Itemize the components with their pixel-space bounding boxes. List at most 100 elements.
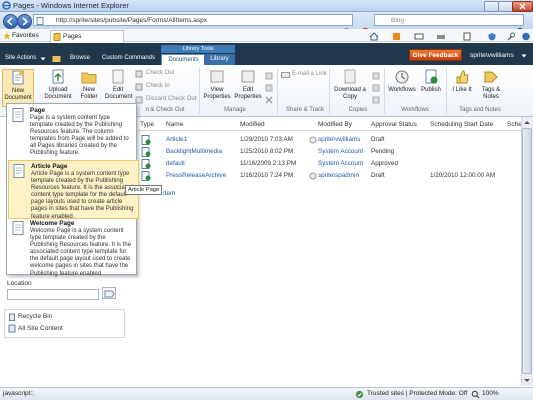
menu-item-welcome-page[interactable]: Welcome Page Welcome Page is a system co…: [8, 218, 137, 277]
location-browse-button[interactable]: [102, 287, 116, 299]
all-site-content-link[interactable]: All Site Content: [18, 325, 63, 332]
aspx-page-icon[interactable]: [141, 147, 151, 157]
discard-check-out-label: Discard Check Out: [146, 96, 197, 102]
upload-icon: [52, 69, 64, 84]
tags-notes-button[interactable]: Tags & Notes: [478, 69, 504, 101]
new-folder-button[interactable]: New Folder: [77, 69, 101, 101]
column-header-name[interactable]: Name: [166, 121, 183, 128]
row-modified-by-link[interactable]: sprite\spadmin: [318, 172, 359, 179]
page-icon: [53, 33, 61, 41]
give-feedback-button[interactable]: Give Feedback: [409, 49, 462, 61]
group-label-share-track: Share & Track: [285, 107, 324, 113]
column-header-modified-by[interactable]: Modified By: [318, 121, 352, 128]
publish-button[interactable]: Publish: [420, 69, 442, 94]
delete-icon[interactable]: [265, 96, 273, 104]
zoom-level[interactable]: 100%: [482, 388, 499, 400]
aspx-page-icon[interactable]: [141, 135, 151, 145]
recycle-bin-link[interactable]: Recycle Bin: [18, 313, 52, 320]
go-to-source-icon[interactable]: [372, 96, 380, 104]
upload-document-button[interactable]: Upload Document: [42, 69, 74, 101]
url-input[interactable]: http://sprite/sites/pubsite/Pages/Forms/…: [33, 14, 353, 26]
send-to-icon[interactable]: [372, 72, 380, 80]
safety-menu-icon[interactable]: [487, 32, 497, 41]
column-header-scheduling-end[interactable]: Sche: [507, 121, 522, 128]
search-input[interactable]: Bing: [374, 14, 524, 26]
user-menu[interactable]: sprite\vwilliams: [470, 52, 514, 59]
location-input[interactable]: [7, 289, 99, 300]
row-modified: 11/16/2009 2:13 PM: [240, 160, 297, 167]
tools-menu-icon[interactable]: [506, 32, 516, 41]
view-properties-button[interactable]: View Properties: [203, 69, 231, 101]
ribbon-separator: [199, 68, 200, 114]
page-menu-icon[interactable]: [462, 32, 472, 41]
window-title: Pages - Windows Internet Explorer: [13, 1, 129, 10]
security-zone[interactable]: Trusted sites | Protected Mode: Off: [367, 388, 467, 400]
column-header-scheduling-start-date[interactable]: Scheduling Start Date: [430, 121, 493, 128]
workflows-button[interactable]: Workflows: [386, 69, 418, 94]
dropdown-arrow-icon: [521, 54, 527, 58]
thumbs-up-icon: [456, 70, 469, 84]
tab-browse[interactable]: Browse: [70, 55, 90, 61]
browser-tab[interactable]: Pages: [50, 30, 124, 43]
tab-library[interactable]: Library: [204, 54, 235, 65]
aspx-page-icon[interactable]: [141, 171, 151, 181]
recycle-bin-icon: [9, 313, 15, 321]
presence-icon: [309, 172, 317, 180]
print-icon[interactable]: [436, 32, 446, 41]
permissions-icon[interactable]: [265, 84, 273, 92]
browse-icon: [104, 290, 115, 298]
column-header-type[interactable]: Type: [140, 121, 154, 128]
row-modified-by-link[interactable]: System Account: [318, 148, 363, 155]
row-name-link[interactable]: BacklightMultimedia: [166, 148, 222, 155]
row-modified-by-link[interactable]: sprite\vwilliams: [318, 136, 360, 143]
scroll-up-icon[interactable]: [523, 119, 531, 126]
back-button[interactable]: [3, 14, 18, 29]
new-folder-icon: [81, 72, 97, 84]
close-window-button[interactable]: [512, 1, 533, 12]
version-history-icon[interactable]: [265, 72, 273, 80]
new-folder-label: New Folder: [80, 87, 98, 100]
i-like-it-button[interactable]: I Like It: [450, 69, 474, 94]
row-name-link[interactable]: Article1: [166, 136, 187, 143]
browser-tab-label: Pages: [63, 33, 82, 40]
column-header-approval-status[interactable]: Approval Status: [371, 121, 417, 128]
ribbon-separator: [329, 68, 330, 114]
home-icon[interactable]: [369, 32, 379, 41]
row-name-link[interactable]: PressReleaseArchive: [166, 172, 226, 179]
mail-icon[interactable]: [414, 32, 424, 41]
check-out-icon: [135, 70, 143, 78]
discard-check-out-button[interactable]: Discard Check Out: [135, 96, 196, 102]
maximize-button[interactable]: [498, 1, 513, 12]
status-text: javascript:;: [3, 390, 35, 397]
scrollbar-thumb[interactable]: [522, 128, 532, 374]
minimize-button[interactable]: [484, 1, 499, 12]
column-header-modified[interactable]: Modified: [240, 121, 265, 128]
new-document-button[interactable]: New Document: [2, 69, 34, 107]
row-name-link[interactable]: default: [166, 160, 185, 167]
menu-item-title: Article Page: [31, 163, 68, 170]
navigate-up-icon[interactable]: [52, 55, 61, 63]
location-label: Location: [7, 280, 32, 287]
site-actions-menu[interactable]: Site Actions: [5, 55, 36, 61]
menu-item-page[interactable]: Page Page is a system content type templ…: [8, 105, 137, 159]
row-modified-by-link[interactable]: System Account: [318, 160, 363, 167]
edit-document-button[interactable]: Edit Document: [105, 69, 132, 101]
row-approval-status: Draft: [371, 172, 385, 179]
feeds-icon[interactable]: [392, 32, 402, 41]
manage-copies-icon[interactable]: [372, 84, 380, 92]
menu-item-description: Article Page is a system content type te…: [31, 171, 134, 220]
scroll-down-icon[interactable]: [523, 377, 531, 384]
dropdown-arrow-icon: [40, 57, 46, 61]
row-approval-status: Draft: [371, 136, 385, 143]
edit-properties-button[interactable]: Edit Properties: [234, 69, 262, 101]
window-title-bar: Pages - Windows Internet Explorer: [0, 0, 533, 12]
menu-item-article-page[interactable]: Article Page Article Page is a system co…: [8, 160, 139, 220]
help-icon[interactable]: [521, 32, 531, 41]
download-copy-button[interactable]: Download a Copy: [332, 69, 368, 101]
aspx-page-icon[interactable]: [141, 159, 151, 169]
row-start-date: 1/20/2010 12:00:00 AM: [430, 172, 496, 179]
edit-properties-label: Edit Properties: [234, 87, 262, 100]
favorites-button[interactable]: Favorites: [12, 32, 39, 39]
tab-custom-commands[interactable]: Custom Commands: [102, 55, 155, 61]
forward-button[interactable]: [17, 14, 32, 29]
